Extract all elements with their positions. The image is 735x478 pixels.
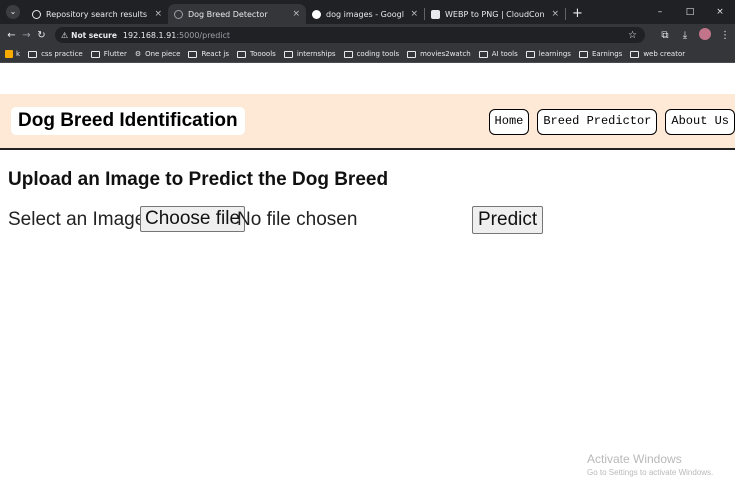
watermark-subtitle: Go to Settings to activate Windows. bbox=[587, 468, 714, 477]
page-title: Upload an Image to Predict the Dog Breed bbox=[8, 169, 389, 190]
bookmark-item[interactable]: ⚙ One piece bbox=[135, 50, 181, 58]
folder-icon bbox=[28, 50, 38, 58]
cloudconvert-icon bbox=[431, 9, 440, 19]
minimize-icon[interactable]: – bbox=[645, 7, 675, 17]
choose-file-button[interactable]: Choose file bbox=[140, 206, 246, 232]
site-header: Dog Breed Identification Home Breed Pred… bbox=[0, 94, 735, 150]
predict-button[interactable]: Predict bbox=[472, 206, 544, 234]
extensions-icon[interactable]: ⧉ bbox=[655, 30, 675, 41]
bookmark-folder[interactable]: Earnings bbox=[578, 50, 622, 58]
site-nav: Home Breed Predictor About Us bbox=[488, 109, 735, 135]
window-controls: – □ × bbox=[645, 0, 735, 24]
close-tab-icon[interactable]: × bbox=[551, 9, 559, 19]
folder-icon bbox=[525, 50, 535, 58]
warning-icon[interactable]: ⚠ bbox=[61, 31, 68, 40]
nav-breed-predictor[interactable]: Breed Predictor bbox=[537, 109, 658, 135]
activate-windows-watermark: Activate Windows Go to Settings to activ… bbox=[587, 452, 713, 477]
bookmark-folder[interactable]: internships bbox=[283, 50, 336, 58]
folder-icon bbox=[188, 50, 198, 58]
close-tab-icon[interactable]: × bbox=[410, 9, 418, 19]
bookmark-folder[interactable]: movies2watch bbox=[407, 50, 471, 58]
folder-icon bbox=[283, 50, 293, 58]
browser-toolbar: ← → ↻ ⚠ Not secure 192.168.1.91:5000/pre… bbox=[0, 24, 735, 46]
security-status[interactable]: Not secure bbox=[71, 31, 117, 40]
folder-icon bbox=[90, 50, 100, 58]
profile-avatar[interactable] bbox=[695, 27, 715, 43]
forward-icon[interactable]: → bbox=[19, 30, 34, 41]
toolbar-icons: ⧉ ⤓ ⋮ bbox=[655, 27, 735, 43]
bookmark-folder[interactable]: css practice bbox=[28, 50, 83, 58]
bookmark-app-icon bbox=[5, 50, 13, 58]
folder-icon bbox=[237, 50, 246, 58]
folder-icon bbox=[630, 50, 640, 58]
url-path: :5000/predict bbox=[176, 30, 231, 40]
tab-dog-breed-detector[interactable]: Dog Breed Detector × bbox=[168, 4, 306, 24]
close-window-icon[interactable]: × bbox=[705, 7, 735, 17]
url-host: 192.168.1.91 bbox=[122, 30, 177, 40]
file-status: No file chosen bbox=[237, 209, 358, 230]
globe-icon bbox=[174, 9, 183, 19]
github-icon bbox=[32, 9, 41, 19]
folder-icon bbox=[343, 50, 353, 58]
bookmarks-bar: k css practice Flutter ⚙ One piece React … bbox=[0, 46, 735, 63]
one-piece-icon: ⚙ bbox=[134, 50, 142, 58]
close-tab-icon[interactable]: × bbox=[292, 9, 300, 19]
folder-icon bbox=[478, 50, 488, 58]
tab-search-button[interactable]: ⌄ bbox=[6, 5, 20, 19]
bookmark-folder[interactable]: AI tools bbox=[478, 50, 518, 58]
bookmark-folder[interactable]: coding tools bbox=[343, 50, 399, 58]
bookmark-k[interactable]: k bbox=[5, 50, 20, 58]
bookmark-folder[interactable]: Tooools bbox=[237, 50, 276, 58]
bookmark-folder[interactable]: learnings bbox=[525, 50, 571, 58]
bookmark-folder[interactable]: React js bbox=[188, 50, 229, 58]
nav-about-us[interactable]: About Us bbox=[665, 109, 735, 135]
folder-icon bbox=[407, 50, 417, 58]
bookmark-folder[interactable]: web creator bbox=[630, 50, 685, 58]
tab-cloudconvert[interactable]: WEBP to PNG | CloudConvert × bbox=[425, 4, 565, 24]
watermark-title: Activate Windows bbox=[587, 452, 682, 466]
restore-icon[interactable]: □ bbox=[675, 7, 705, 17]
site-brand[interactable]: Dog Breed Identification bbox=[11, 107, 245, 135]
bookmark-star-icon[interactable]: ☆ bbox=[628, 30, 637, 41]
tab-dog-images-google[interactable]: dog images - Google Search × bbox=[306, 4, 424, 24]
select-image-label: Select an Image: bbox=[8, 209, 151, 230]
menu-icon[interactable]: ⋮ bbox=[715, 30, 735, 41]
tab-repository-search[interactable]: Repository search results × bbox=[26, 4, 168, 24]
upload-form: Select an Image: Choose file No file cho… bbox=[8, 204, 728, 234]
tab-divider bbox=[565, 8, 566, 20]
folder-icon bbox=[578, 50, 588, 58]
new-tab-button[interactable]: + bbox=[572, 6, 583, 21]
address-bar[interactable]: ⚠ Not secure 192.168.1.91:5000/predict ☆ bbox=[55, 27, 645, 43]
back-icon[interactable]: ← bbox=[4, 30, 19, 41]
browser-tab-strip: ⌄ Repository search results × Dog Breed … bbox=[0, 0, 735, 24]
google-icon bbox=[312, 9, 321, 19]
reload-icon[interactable]: ↻ bbox=[34, 30, 49, 41]
close-tab-icon[interactable]: × bbox=[154, 9, 162, 19]
nav-home[interactable]: Home bbox=[488, 109, 530, 135]
bookmark-folder[interactable]: Flutter bbox=[90, 50, 127, 58]
download-icon[interactable]: ⤓ bbox=[675, 30, 695, 41]
